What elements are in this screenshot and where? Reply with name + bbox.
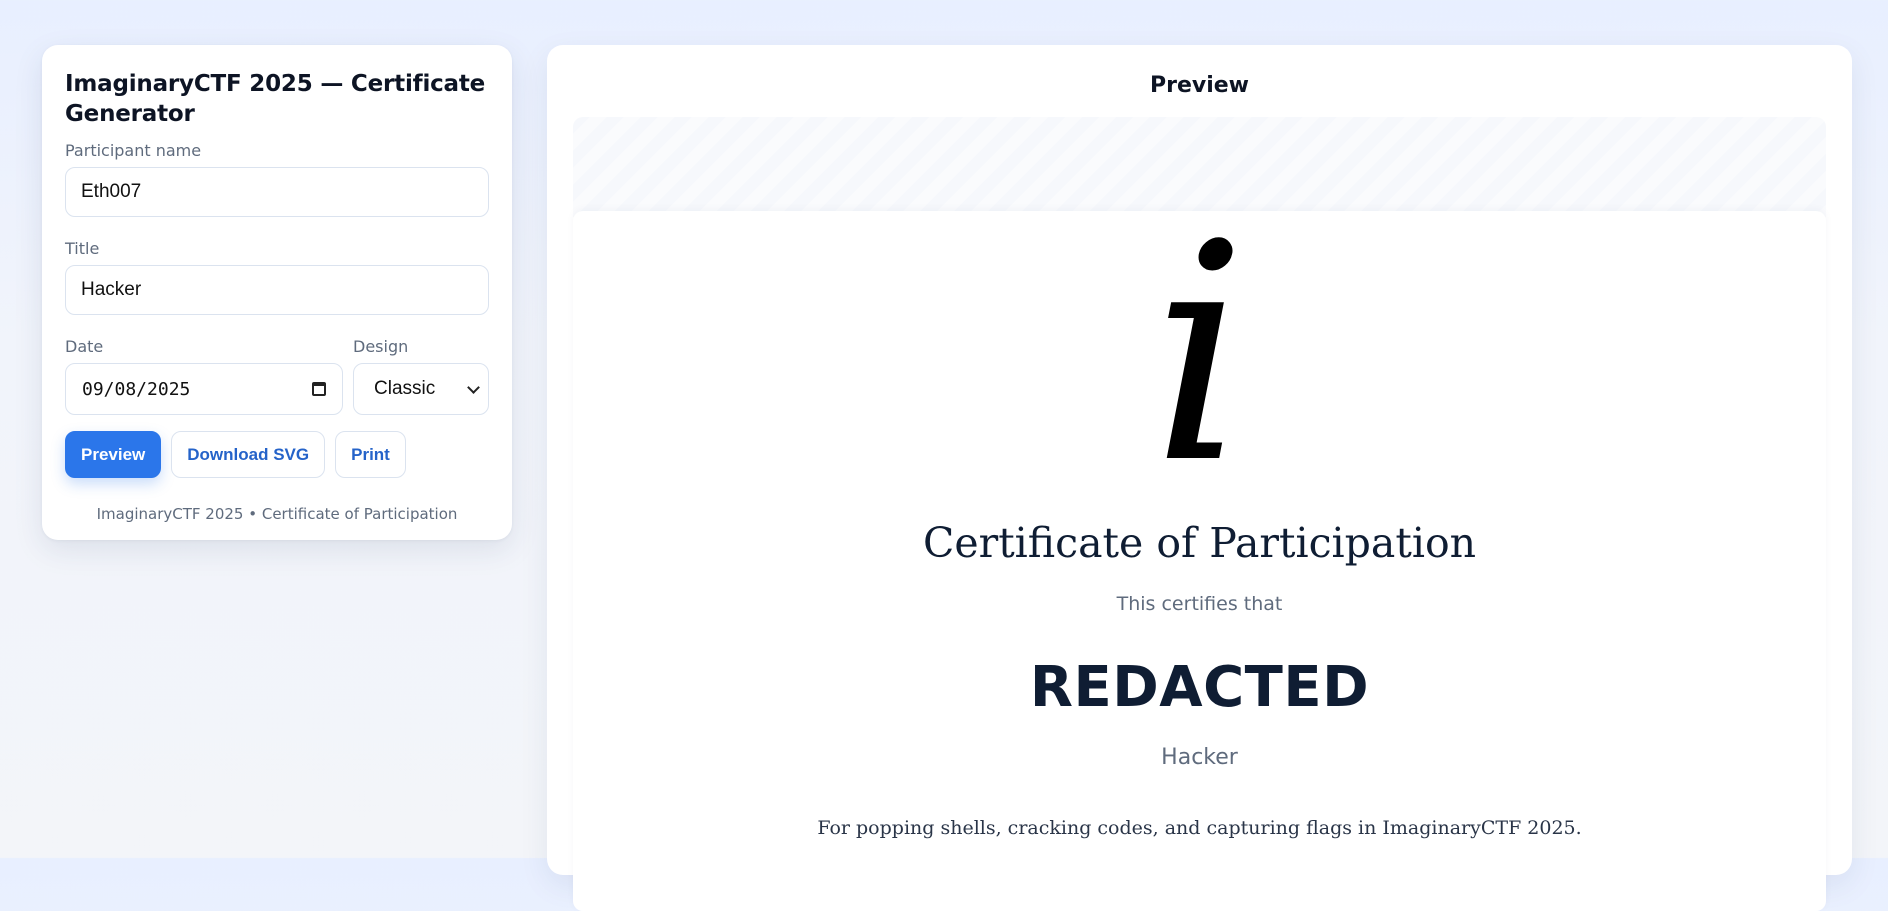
preview-button[interactable]: Preview	[65, 431, 162, 478]
design-label: Design	[353, 337, 409, 356]
design-group: Design Classic	[353, 337, 489, 415]
title-label: Title	[65, 239, 100, 258]
design-select[interactable]: Classic	[353, 363, 489, 415]
date-input[interactable]: 09/08/2025	[65, 363, 343, 415]
title-value: Hacker	[81, 279, 142, 300]
download-svg-button[interactable]: Download SVG	[171, 431, 326, 478]
preview-heading: Preview	[1149, 73, 1250, 98]
date-value: 09/08/2025	[82, 378, 191, 400]
certificate-recipient-title: Hacker	[1161, 745, 1238, 770]
form-footer: ImaginaryCTF 2025 • Certificate of Parti…	[96, 505, 458, 523]
design-value: Classic	[374, 378, 436, 399]
certificate-description: For popping shells, cracking codes, and …	[817, 817, 1582, 839]
title-input[interactable]: Hacker	[65, 265, 489, 315]
chevron-down-icon	[467, 380, 480, 394]
date-group: Date 09/08/2025	[65, 337, 343, 415]
certificate-title: Certificate of Participation	[922, 519, 1477, 567]
participant-name-input[interactable]: Eth007	[65, 167, 489, 217]
date-label: Date	[65, 337, 104, 356]
certificate-form-panel: ImaginaryCTF 2025 — Certificate Generato…	[42, 45, 512, 540]
form-title: ImaginaryCTF 2025 — Certificate Generato…	[65, 71, 486, 127]
certificate-recipient-name: REDACTED	[1029, 655, 1370, 720]
date-design-row: Date 09/08/2025 Design Classic	[65, 337, 489, 415]
participant-name-value: Eth007	[81, 181, 142, 202]
calendar-icon[interactable]	[312, 382, 326, 396]
certifies-text: This certifies that	[1116, 593, 1283, 615]
certificate-logo-mark: i	[1151, 180, 1248, 529]
action-buttons: Preview Download SVG Print	[65, 431, 489, 478]
participant-name-label: Participant name	[65, 141, 202, 160]
print-button[interactable]: Print	[335, 431, 406, 478]
preview-panel: Preview i Certificate of Participation T…	[547, 45, 1852, 911]
